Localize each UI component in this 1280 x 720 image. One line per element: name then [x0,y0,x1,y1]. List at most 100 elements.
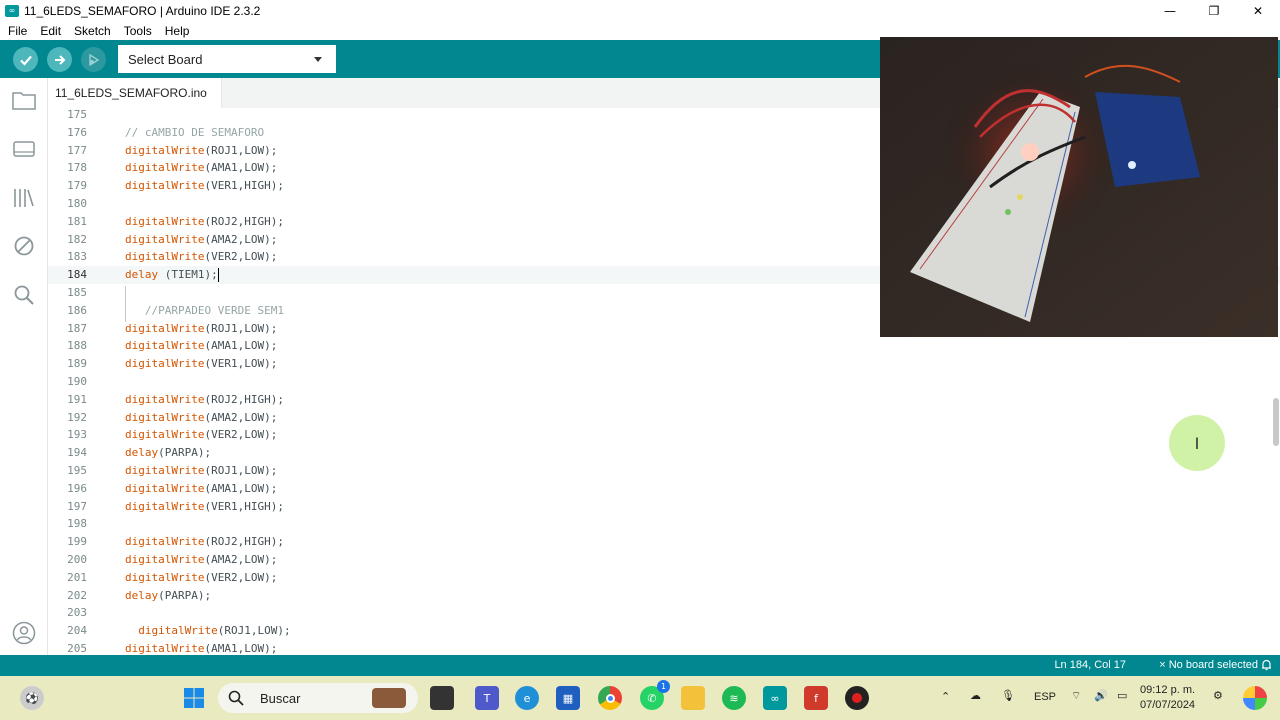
bell-icon[interactable] [1261,659,1272,674]
library-icon [14,189,34,207]
weather-widget-icon[interactable]: ⚽ [20,686,44,710]
line-number: 200 [67,553,87,566]
line-number: 197 [67,499,87,513]
store-icon[interactable]: ▦ [556,686,580,710]
sketchbook-button[interactable] [12,88,36,112]
function-token: digitalWrite [125,161,205,175]
windows-start-icon[interactable] [182,686,206,710]
code-text: //PARPADEO VERDE SEM1 [125,302,284,320]
code-line[interactable]: 197 digitalWrite(VER1,HIGH); [48,498,1280,516]
spotify-icon[interactable]: ≋ [722,686,746,710]
code-text: digitalWrite(VER2,LOW); [125,248,277,266]
edge-icon[interactable]: e [515,686,539,710]
teams-icon[interactable]: T [475,686,499,710]
code-line[interactable]: 193 digitalWrite(VER2,LOW); [48,426,1280,444]
editor-scrollbar[interactable] [1273,398,1279,446]
function-token: digitalWrite [125,499,205,513]
debug-icon [88,53,99,66]
line-number: 196 [67,481,87,495]
system-clock[interactable]: 09:12 p. m. 07/07/2024 [1140,683,1195,713]
minimize-button[interactable]: — [1148,0,1192,21]
code-line[interactable]: 203 [48,604,1280,622]
copilot-icon[interactable] [1243,686,1267,710]
function-token: digitalWrite [125,535,205,549]
whatsapp-icon[interactable]: ✆ 1 [640,680,670,710]
argument-token: (VER1,HIGH); [204,179,284,193]
chevron-up-icon[interactable]: ⌃ [941,690,950,703]
function-token: digitalWrite [125,339,205,353]
upload-button[interactable] [47,47,72,72]
verify-button[interactable] [13,47,38,72]
board-status[interactable]: × No board selected [1159,659,1258,671]
board-selector[interactable]: Select Board [118,45,336,73]
battery-icon[interactable]: ▭ [1117,689,1127,702]
foxit-icon[interactable]: f [804,686,828,710]
library-manager-button[interactable] [12,186,36,210]
chrome-icon[interactable] [598,686,622,710]
task-view-icon[interactable] [430,686,454,710]
whatsapp-badge: 1 [657,680,670,693]
code-line[interactable]: 201 digitalWrite(VER2,LOW); [48,569,1280,587]
code-line[interactable]: 190 [48,373,1280,391]
code-text: digitalWrite(VER2,LOW); [125,569,277,587]
code-line[interactable]: 192 digitalWrite(AMA2,LOW); [48,409,1280,427]
windows-taskbar: ⚽ Buscar T e ▦ ✆ 1 ≋ ∞ f ⌃ ☁ 🎙 ESP ⌔ 🔊 ▭… [0,676,1280,720]
line-number: 180 [67,197,87,210]
wifi-icon[interactable]: ⌔ [1071,689,1081,703]
debug-button[interactable] [81,47,106,72]
code-line[interactable]: 200 digitalWrite(AMA2,LOW); [48,551,1280,569]
function-token: digitalWrite [125,428,205,442]
code-line[interactable]: 195 digitalWrite(ROJ1,LOW); [48,462,1280,480]
maximize-button[interactable]: ❐ [1192,0,1236,21]
boards-manager-button[interactable] [12,137,36,161]
code-line[interactable]: 204 digitalWrite(ROJ1,LOW); [48,622,1280,640]
line-number: 181 [67,214,87,228]
code-line[interactable]: 189 digitalWrite(VER1,LOW); [48,355,1280,373]
argument-token: (ROJ2,HIGH); [204,214,284,228]
microphone-icon[interactable]: 🎙 [1001,689,1015,702]
argument-token: (AMA1,LOW); [204,161,278,175]
code-text: digitalWrite(VER1,HIGH); [125,498,284,516]
code-line[interactable]: 194 delay(PARPA); [48,444,1280,462]
argument-token: (PARPA); [158,588,212,602]
language-indicator[interactable]: ESP [1034,691,1056,703]
menu-sketch[interactable]: Sketch [74,24,111,38]
line-number: 182 [67,232,87,246]
menu-file[interactable]: File [8,24,27,38]
function-token: digitalWrite [125,464,205,477]
code-line[interactable]: 191 digitalWrite(ROJ2,HIGH); [48,391,1280,409]
indent-guide [125,286,126,322]
code-line[interactable]: 199 digitalWrite(ROJ2,HIGH); [48,533,1280,551]
code-line[interactable]: 188 digitalWrite(AMA1,LOW); [48,337,1280,355]
cursor-position[interactable]: Ln 184, Col 17 [1054,659,1126,671]
comment-token: // cAMBIO DE SEMAFORO [125,125,265,139]
menu-help[interactable]: Help [165,24,190,38]
settings-icon[interactable]: ⚙ [1213,689,1223,702]
code-text: delay (TIEM1); [125,266,219,284]
arrow-right-icon [54,54,65,65]
search-panel-button[interactable] [12,283,36,307]
code-line[interactable]: 205 digitalWrite(AMA1,LOW); [48,640,1280,655]
code-line[interactable]: 202 delay(PARPA); [48,587,1280,605]
line-number: 186 [67,303,87,317]
volume-icon[interactable]: 🔊 [1094,689,1108,702]
line-number: 179 [67,179,87,193]
file-explorer-icon[interactable] [681,686,705,710]
onedrive-icon[interactable]: ☁ [970,689,981,702]
window-title: 11_6LEDS_SEMAFORO | Arduino IDE 2.3.2 [24,3,261,18]
argument-token: (TIEM1); [158,268,218,282]
code-text: digitalWrite(ROJ1,LOW); [125,320,277,338]
code-line[interactable]: 196 digitalWrite(AMA1,LOW); [48,480,1280,498]
tab-sketch-file[interactable]: 11_6LEDS_SEMAFORO.ino [48,78,222,108]
code-text: // cAMBIO DE SEMAFORO [125,124,264,142]
debug-panel-button[interactable] [12,234,36,258]
code-line[interactable]: 198 [48,515,1280,533]
arduino-icon[interactable]: ∞ [763,686,787,710]
taskbar-search[interactable]: Buscar [218,683,418,713]
obs-record-icon[interactable] [845,686,869,710]
menu-edit[interactable]: Edit [40,24,61,38]
account-button[interactable] [12,621,36,645]
search-icon [228,690,244,706]
close-button[interactable]: ✕ [1236,0,1280,21]
menu-tools[interactable]: Tools [124,24,152,38]
